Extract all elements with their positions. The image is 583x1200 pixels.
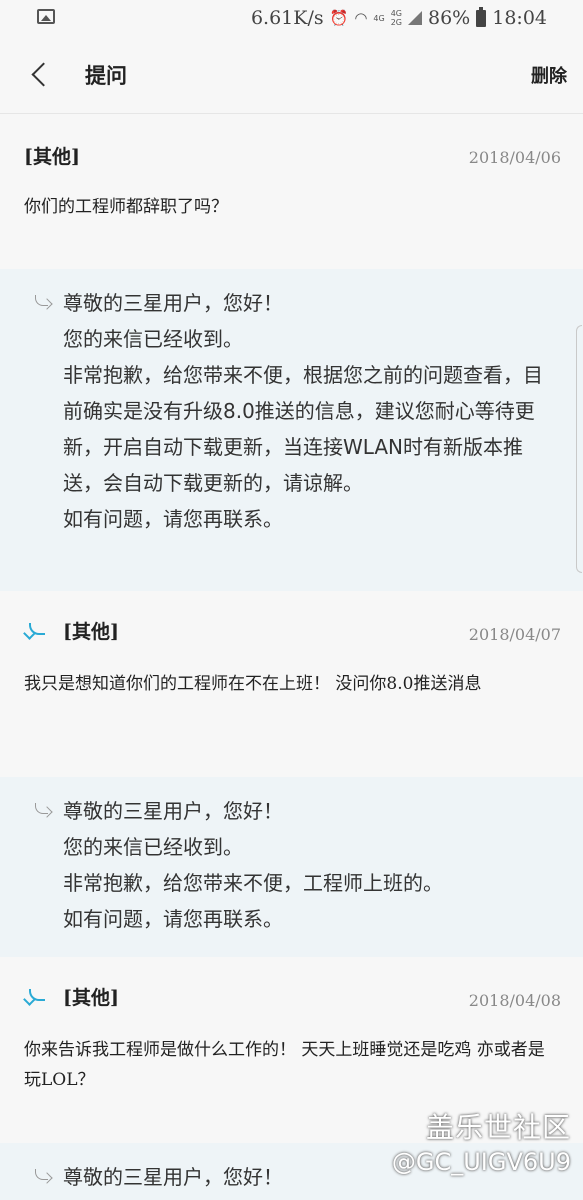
answer-line: 您的来信已经收到。 <box>63 327 243 351</box>
signal-strength-icon <box>408 11 422 25</box>
reply-arrow-icon <box>33 803 55 823</box>
delete-button[interactable]: 删除 <box>531 62 567 88</box>
question-block: [其他] 2018/04/06 你们的工程师都辞职了吗？ <box>0 114 583 269</box>
follow-up-icon <box>25 621 49 641</box>
answer-line: 尊敬的三星用户，您好！ <box>63 799 283 823</box>
back-arrow-icon[interactable] <box>26 58 56 92</box>
answer-line: 如有问题，请您再联系。 <box>63 507 283 531</box>
question-date: 2018/04/08 <box>468 991 561 1010</box>
gallery-notification-icon <box>37 9 55 24</box>
app-header: 提问 删除 <box>0 36 583 114</box>
scrollbar[interactable] <box>576 325 582 573</box>
question-text: 你们的工程师都辞职了吗？ <box>24 197 228 217</box>
question-text: 我只是想知道你们的工程师在不在上班！ 没问你8.0推送消息 <box>24 674 482 694</box>
question-category: [其他] <box>24 146 80 168</box>
network-type-indicator: 4G <box>373 13 385 23</box>
reply-arrow-icon <box>33 1169 55 1189</box>
battery-icon <box>476 6 487 27</box>
status-right: 6.61K/s ⏰ ◠ 4G 4G 2G 86% 18:04 <box>251 6 547 30</box>
answer-block: 尊敬的三星用户，您好！ 您的来信已经收到。 非常抱歉，给您带来不便，工程师上班的… <box>0 777 583 957</box>
answer-line: 非常抱歉，给您带来不便，根据您之前的问题查看，目前确实是没有升级8.0推送的信息… <box>63 363 543 495</box>
question-date: 2018/04/07 <box>468 625 561 644</box>
watermark-user: @GC_UIGV6U9 <box>391 1148 571 1176</box>
watermark-brand: 盖乐世社区 <box>425 1111 571 1144</box>
wifi-icon: ◠ <box>354 9 368 27</box>
question-block: [其他] 2018/04/07 我只是想知道你们的工程师在不在上班！ 没问你8.… <box>0 591 583 777</box>
reply-arrow-icon <box>33 295 55 315</box>
question-category: [其他] <box>63 987 119 1009</box>
status-bar: 6.61K/s ⏰ ◠ 4G 4G 2G 86% 18:04 <box>0 0 583 36</box>
question-text: 你来告诉我工程师是做什么工作的！ 天天上班睡觉还是吃鸡 亦或者是玩LOL？ <box>24 1040 545 1090</box>
answer-block: 尊敬的三星用户，您好！ 您的来信已经收到。 非常抱歉，给您带来不便，根据您之前的… <box>0 269 583 591</box>
network-dual-indicator: 4G 2G <box>390 9 402 27</box>
answer-line: 您的来信已经收到。 <box>63 835 243 859</box>
answer-line: 尊敬的三星用户，您好！ <box>63 291 283 315</box>
battery-percent: 86% <box>428 7 471 29</box>
answer-text: 尊敬的三星用户，您好！ 您的来信已经收到。 非常抱歉，给您带来不便，根据您之前的… <box>63 285 549 537</box>
question-date: 2018/04/06 <box>468 148 561 167</box>
alarm-icon: ⏰ <box>329 9 349 27</box>
conversation-thread: [其他] 2018/04/06 你们的工程师都辞职了吗？ 尊敬的三星用户，您好！… <box>0 114 583 1200</box>
network-speed: 6.61K/s <box>250 7 324 29</box>
question-category: [其他] <box>63 621 119 643</box>
answer-line: 如有问题，请您再联系。 <box>63 907 283 931</box>
answer-text: 尊敬的三星用户，您好！ 您的来信已经收到。 非常抱歉，给您带来不便，工程师上班的… <box>63 793 549 937</box>
follow-up-icon <box>25 987 49 1007</box>
clock: 18:04 <box>492 7 547 29</box>
answer-line: 非常抱歉，给您带来不便，工程师上班的。 <box>63 871 443 895</box>
page-title: 提问 <box>85 63 127 88</box>
